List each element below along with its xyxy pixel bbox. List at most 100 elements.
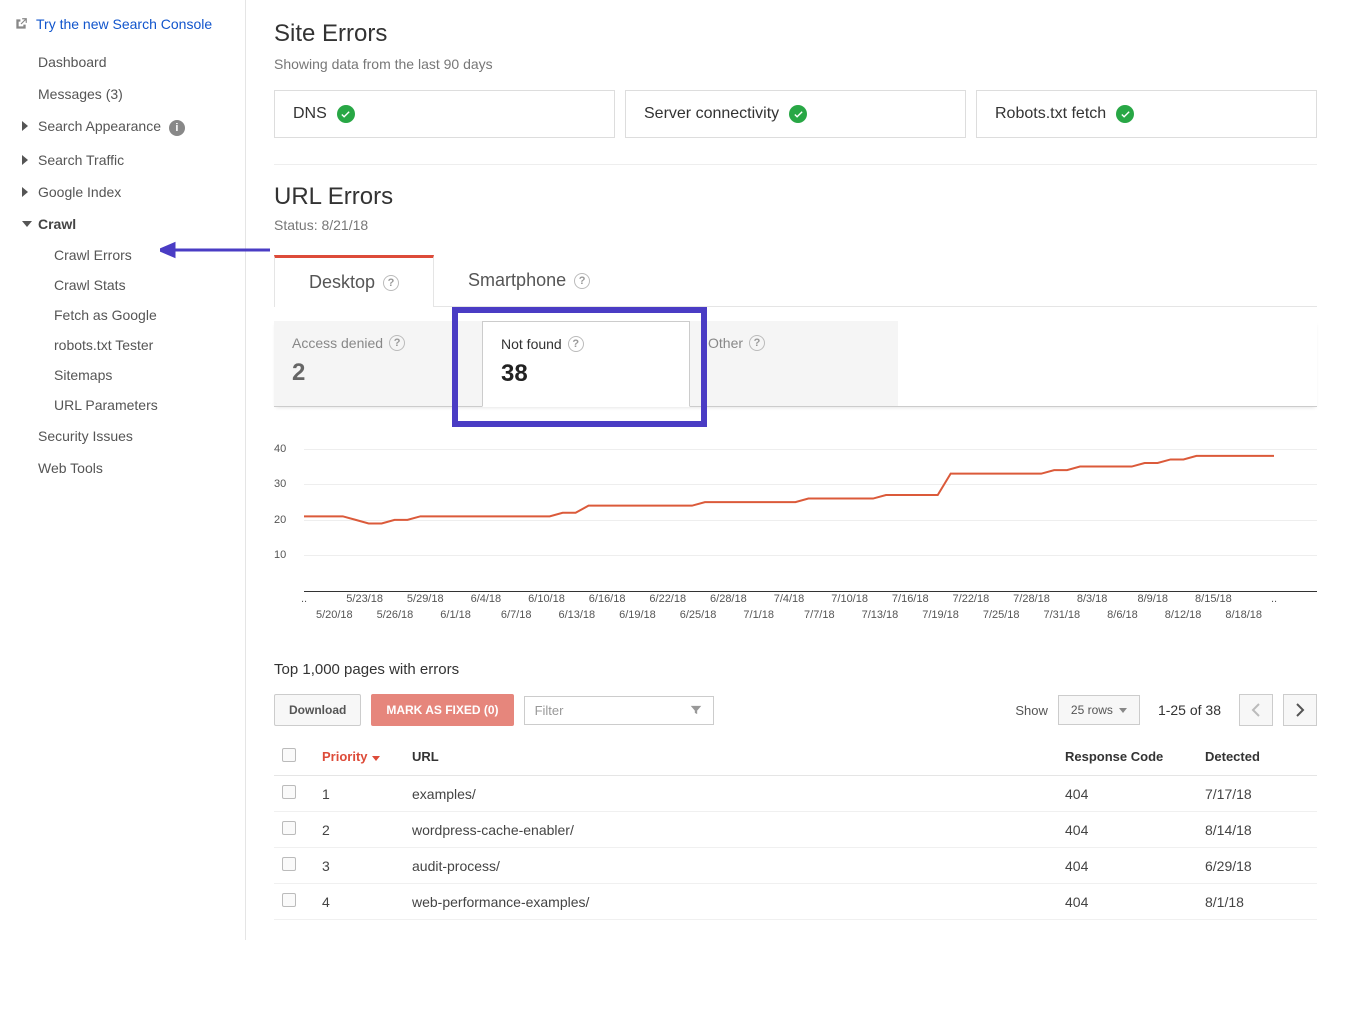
- external-link-icon: [14, 17, 28, 31]
- sidebar-item-crawl[interactable]: Crawl: [0, 208, 245, 240]
- info-icon: i: [169, 120, 185, 136]
- x-tick: 7/10/18: [831, 593, 868, 605]
- x-tick: 6/22/18: [649, 593, 686, 605]
- cell-url: web-performance-examples/: [404, 884, 1057, 920]
- col-url[interactable]: URL: [404, 738, 1057, 776]
- cell-priority: 4: [314, 884, 404, 920]
- pagination-next-button[interactable]: [1283, 694, 1317, 726]
- x-tick: 7/4/18: [774, 593, 805, 605]
- tab-desktop[interactable]: Desktop ?: [274, 255, 434, 307]
- x-tick: 5/29/18: [407, 593, 444, 605]
- row-checkbox[interactable]: [282, 821, 296, 835]
- cell-response-code: 404: [1057, 776, 1197, 812]
- check-ok-icon: [1116, 105, 1134, 123]
- card-other[interactable]: Other?: [690, 321, 898, 406]
- x-tick: ..: [301, 593, 307, 605]
- sidebar-item-search-appearance[interactable]: Search Appearance i: [0, 110, 245, 144]
- y-tick: 30: [274, 478, 286, 490]
- x-tick: 7/28/18: [1013, 593, 1050, 605]
- cell-priority: 1: [314, 776, 404, 812]
- mark-as-fixed-button[interactable]: MARK AS FIXED (0): [371, 694, 513, 726]
- rows-per-page-select[interactable]: 25 rows: [1058, 695, 1140, 725]
- sidebar-item-dashboard[interactable]: Dashboard: [0, 46, 245, 78]
- sidebar-item-search-traffic[interactable]: Search Traffic: [0, 144, 245, 176]
- x-tick: 6/13/18: [558, 609, 595, 621]
- pagination-prev-button[interactable]: [1239, 694, 1273, 726]
- site-error-card-dns[interactable]: DNS: [274, 90, 615, 138]
- sidebar-item-fetch-as-google[interactable]: Fetch as Google: [0, 300, 245, 330]
- chevron-right-icon: [22, 121, 28, 131]
- check-ok-icon: [337, 105, 355, 123]
- help-icon[interactable]: ?: [389, 335, 405, 351]
- url-errors-status: Status: 8/21/18: [274, 217, 1317, 233]
- cell-response-code: 404: [1057, 848, 1197, 884]
- help-icon[interactable]: ?: [383, 275, 399, 291]
- tab-smartphone[interactable]: Smartphone ?: [434, 255, 624, 306]
- sidebar-item-robots-tester[interactable]: robots.txt Tester: [0, 330, 245, 360]
- help-icon[interactable]: ?: [749, 335, 765, 351]
- x-tick: 8/3/18: [1077, 593, 1108, 605]
- url-errors-title: URL Errors: [274, 183, 1317, 211]
- x-tick: 8/15/18: [1195, 593, 1232, 605]
- select-all-checkbox[interactable]: [282, 748, 296, 762]
- filter-input[interactable]: Filter: [524, 696, 714, 725]
- col-response-code[interactable]: Response Code: [1057, 738, 1197, 776]
- try-new-search-console-link[interactable]: Try the new Search Console: [0, 12, 245, 46]
- x-tick: 6/16/18: [589, 593, 626, 605]
- chevron-right-icon: [1295, 703, 1305, 717]
- sidebar-item-crawl-stats[interactable]: Crawl Stats: [0, 270, 245, 300]
- cell-detected: 7/17/18: [1197, 776, 1317, 812]
- cell-priority: 3: [314, 848, 404, 884]
- row-checkbox[interactable]: [282, 857, 296, 871]
- sidebar-item-security-issues[interactable]: Security Issues: [0, 420, 245, 452]
- help-icon[interactable]: ?: [574, 273, 590, 289]
- table-row[interactable]: 4web-performance-examples/4048/1/18: [274, 884, 1317, 920]
- x-tick: 7/13/18: [862, 609, 899, 621]
- sidebar-item-web-tools[interactable]: Web Tools: [0, 452, 245, 484]
- x-tick: 5/20/18: [316, 609, 353, 621]
- x-tick: 6/10/18: [528, 593, 565, 605]
- col-priority[interactable]: Priority: [314, 738, 404, 776]
- cell-priority: 2: [314, 812, 404, 848]
- x-tick: 6/1/18: [440, 609, 471, 621]
- card-not-found[interactable]: Not found? 38: [482, 321, 690, 407]
- x-tick: 7/7/18: [804, 609, 835, 621]
- x-tick: 6/7/18: [501, 609, 532, 621]
- cell-response-code: 404: [1057, 884, 1197, 920]
- cell-url: audit-process/: [404, 848, 1057, 884]
- filter-icon: [689, 703, 703, 717]
- help-icon[interactable]: ?: [568, 336, 584, 352]
- x-tick: 5/23/18: [346, 593, 383, 605]
- site-errors-title: Site Errors: [274, 20, 1317, 48]
- sidebar: Try the new Search Console Dashboard Mes…: [0, 0, 246, 940]
- row-checkbox[interactable]: [282, 893, 296, 907]
- chevron-right-icon: [22, 155, 28, 165]
- chart-line: [304, 456, 1274, 524]
- row-checkbox[interactable]: [282, 785, 296, 799]
- col-detected[interactable]: Detected: [1197, 738, 1317, 776]
- sidebar-item-google-index[interactable]: Google Index: [0, 176, 245, 208]
- table-row[interactable]: 3audit-process/4046/29/18: [274, 848, 1317, 884]
- sidebar-item-crawl-errors[interactable]: Crawl Errors: [0, 240, 245, 270]
- device-tabs: Desktop ? Smartphone ?: [274, 255, 1317, 307]
- errors-table: Priority URL Response Code Detected 1exa…: [274, 738, 1317, 920]
- x-tick: 6/25/18: [680, 609, 717, 621]
- show-label: Show: [1015, 703, 1048, 718]
- download-button[interactable]: Download: [274, 694, 361, 726]
- card-access-denied[interactable]: Access denied? 2: [274, 321, 482, 406]
- errors-chart: 10203040 ..5/23/185/29/186/4/186/10/186/…: [274, 431, 1317, 631]
- y-tick: 20: [274, 514, 286, 526]
- sidebar-item-url-parameters[interactable]: URL Parameters: [0, 390, 245, 420]
- cell-url: wordpress-cache-enabler/: [404, 812, 1057, 848]
- y-tick: 10: [274, 549, 286, 561]
- cell-detected: 6/29/18: [1197, 848, 1317, 884]
- table-row[interactable]: 2wordpress-cache-enabler/4048/14/18: [274, 812, 1317, 848]
- site-error-card-server[interactable]: Server connectivity: [625, 90, 966, 138]
- check-ok-icon: [789, 105, 807, 123]
- x-tick: 8/9/18: [1137, 593, 1168, 605]
- site-error-card-robots[interactable]: Robots.txt fetch: [976, 90, 1317, 138]
- sidebar-item-sitemaps[interactable]: Sitemaps: [0, 360, 245, 390]
- x-tick: 7/1/18: [743, 609, 774, 621]
- table-row[interactable]: 1examples/4047/17/18: [274, 776, 1317, 812]
- sidebar-item-messages[interactable]: Messages (3): [0, 78, 245, 110]
